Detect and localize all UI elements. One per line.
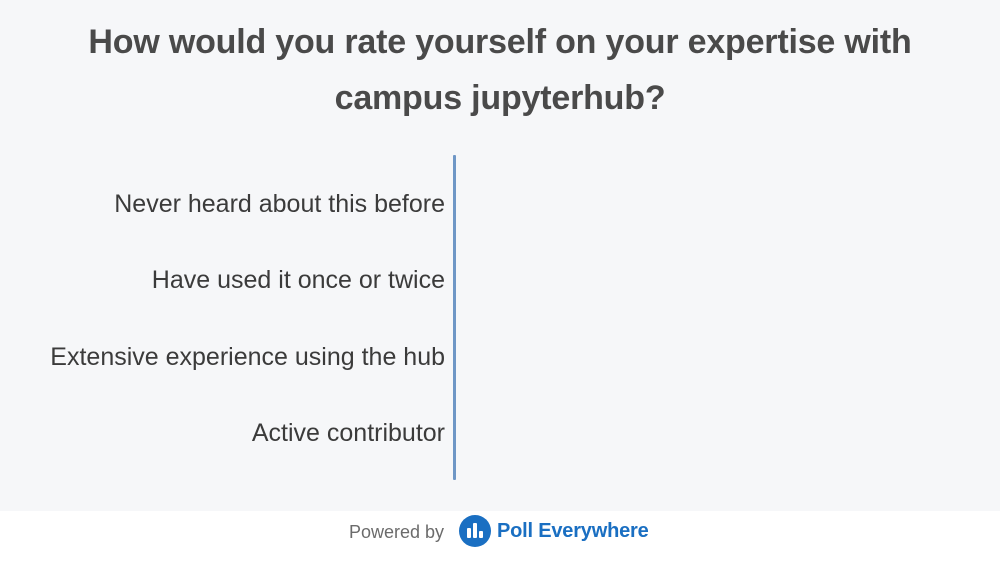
response-chart: Never heard about this before Have used … <box>0 155 1000 480</box>
option-label-never-heard: Never heard about this before <box>114 190 445 218</box>
footer: Powered by Poll Everywhere <box>0 511 1000 562</box>
poll-slide: How would you rate yourself on your expe… <box>0 0 1000 511</box>
poll-everywhere-logo-icon <box>459 515 491 547</box>
option-label-used-once-twice: Have used it once or twice <box>151 266 445 294</box>
option-label-extensive-experience: Extensive experience using the hub <box>50 343 445 371</box>
powered-by-text: Powered by <box>349 522 445 542</box>
chart-axis-line <box>453 155 456 480</box>
question-title: How would you rate yourself on your expe… <box>88 23 912 117</box>
option-label-active-contributor: Active contributor <box>251 419 445 447</box>
brand-name[interactable]: Poll Everywhere <box>497 519 649 543</box>
